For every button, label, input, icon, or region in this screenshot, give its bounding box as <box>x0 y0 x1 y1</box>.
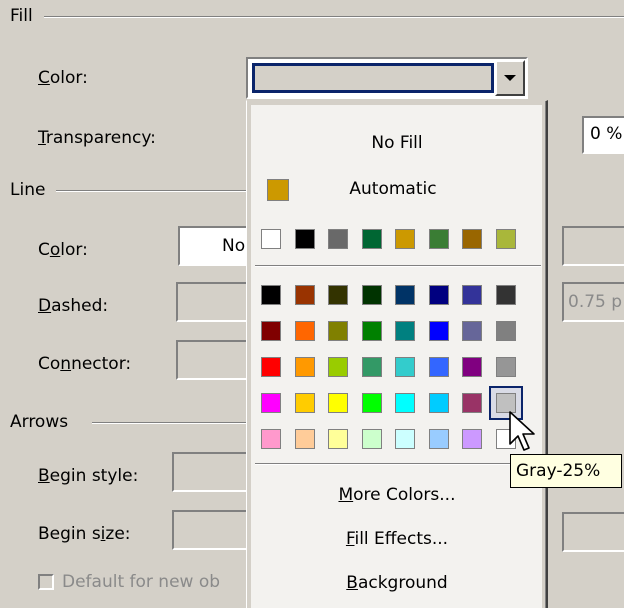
begin-size-combo[interactable] <box>172 510 252 550</box>
palette-color-swatch[interactable] <box>261 321 281 341</box>
begin-style-combo[interactable] <box>172 452 252 492</box>
palette-color-swatch[interactable] <box>294 321 315 341</box>
begin-size-label: Begin size: <box>38 524 131 544</box>
chevron-down-icon <box>504 75 516 81</box>
line-color-label: Color: <box>38 240 88 260</box>
mouse-pointer-icon <box>509 411 535 451</box>
palette-color-swatch[interactable] <box>361 285 382 305</box>
palette-color-swatch[interactable] <box>462 321 482 341</box>
recent-color-swatch[interactable] <box>462 229 482 249</box>
palette-color-swatch[interactable] <box>261 429 281 449</box>
line-weight-input[interactable]: 0.75 p <box>562 282 624 322</box>
fill-color-popup: No Fill Automatic More Colors... Fill Ef… <box>246 100 548 608</box>
palette-color-swatch[interactable] <box>328 321 348 341</box>
automatic-option[interactable]: Automatic <box>243 179 543 199</box>
line-style-combo[interactable] <box>562 226 624 266</box>
transparency-input[interactable]: 0 % <box>582 116 624 154</box>
palette-color-swatch[interactable] <box>328 285 348 305</box>
palette-color-swatch[interactable] <box>328 393 348 413</box>
fill-color-combo[interactable] <box>246 57 528 99</box>
recent-color-swatch[interactable] <box>428 229 449 249</box>
palette-color-swatch[interactable] <box>361 393 382 413</box>
fill-color-dropdown-button[interactable] <box>495 60 525 96</box>
palette-color-swatch[interactable] <box>428 357 449 377</box>
palette-color-swatch[interactable] <box>428 321 449 341</box>
palette-color-swatch[interactable] <box>395 285 415 305</box>
background-option[interactable]: Background <box>247 573 547 593</box>
palette-color-swatch[interactable] <box>428 285 449 305</box>
palette-color-swatch[interactable] <box>428 393 449 413</box>
arrows-group-divider <box>92 422 246 424</box>
palette-color-swatch[interactable] <box>328 429 348 449</box>
arrows-group-label: Arrows <box>10 412 75 432</box>
palette-color-swatch[interactable] <box>294 357 315 377</box>
fill-effects-option[interactable]: Fill Effects... <box>247 529 547 549</box>
recent-color-swatch[interactable] <box>294 229 315 249</box>
recent-color-swatch[interactable] <box>395 229 415 249</box>
palette-color-swatch[interactable] <box>462 285 482 305</box>
palette-color-swatch[interactable] <box>261 393 281 413</box>
palette-color-swatch[interactable] <box>395 393 415 413</box>
default-for-new-objects-checkbox[interactable] <box>38 574 54 590</box>
palette-color-swatch[interactable] <box>428 429 449 449</box>
transparency-label: Transparency: <box>38 128 156 148</box>
begin-style-label: Begin style: <box>38 466 139 486</box>
fill-group-label: Fill <box>10 6 39 26</box>
palette-color-swatch[interactable] <box>462 357 482 377</box>
palette-color-swatch[interactable] <box>361 429 382 449</box>
palette-color-swatch[interactable] <box>462 393 482 413</box>
connector-combo[interactable] <box>176 340 256 380</box>
end-size-combo[interactable] <box>562 512 624 552</box>
recent-color-swatch[interactable] <box>328 229 348 249</box>
fill-color-current-swatch[interactable] <box>252 63 494 93</box>
palette-color-swatch[interactable] <box>294 429 315 449</box>
palette-color-swatch[interactable] <box>261 285 281 305</box>
palette-color-swatch[interactable] <box>495 357 516 377</box>
line-group-label: Line <box>10 180 52 200</box>
no-fill-option[interactable]: No Fill <box>247 133 547 153</box>
popup-separator-top <box>255 265 541 267</box>
default-for-new-objects-label: Default for new ob <box>62 572 221 592</box>
palette-color-swatch[interactable] <box>294 285 315 305</box>
palette-color-swatch[interactable] <box>361 357 382 377</box>
palette-color-swatch[interactable] <box>395 429 415 449</box>
line-group-divider <box>56 190 246 192</box>
dashed-combo[interactable] <box>176 282 256 322</box>
recent-color-swatch[interactable] <box>361 229 382 249</box>
more-colors-option[interactable]: More Colors... <box>247 485 547 505</box>
palette-color-swatch[interactable] <box>261 357 281 377</box>
fill-color-label: Color: <box>38 68 88 88</box>
popup-separator-bottom <box>255 463 541 465</box>
palette-color-swatch[interactable] <box>462 429 482 449</box>
palette-color-swatch[interactable] <box>328 357 348 377</box>
connector-label: Connector: <box>38 354 132 374</box>
recent-color-swatch[interactable] <box>261 229 281 249</box>
palette-color-swatch[interactable] <box>361 321 382 341</box>
palette-color-swatch[interactable] <box>294 393 315 413</box>
palette-color-swatch[interactable] <box>495 285 516 305</box>
dashed-label: Dashed: <box>38 296 109 316</box>
palette-color-swatch[interactable] <box>495 321 516 341</box>
recent-color-swatch[interactable] <box>495 229 516 249</box>
palette-color-swatch[interactable] <box>395 321 415 341</box>
fill-group-divider <box>44 16 624 18</box>
palette-color-swatch[interactable] <box>395 357 415 377</box>
